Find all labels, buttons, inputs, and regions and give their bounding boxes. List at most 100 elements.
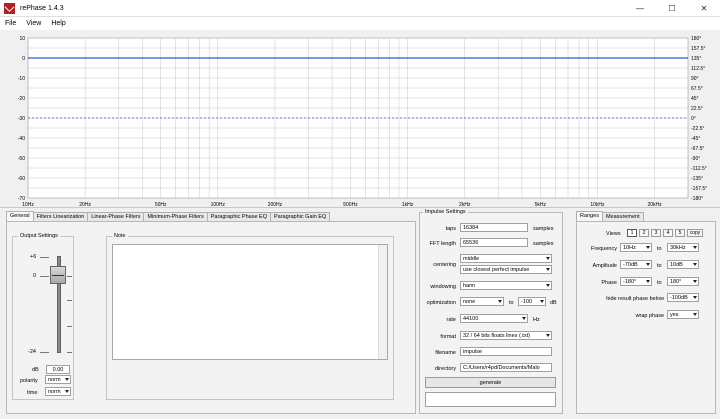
view-copy-button[interactable]: copy [687,229,703,237]
amplitude-to-select[interactable]: 10dB [667,260,699,269]
right-tick-label: -22.5° [691,126,704,132]
phase-label: Phase [601,280,617,286]
gain-value-field[interactable]: 0.00 [46,365,70,374]
x-tick-label: 5kHz [535,202,547,208]
centering-select[interactable]: middle [460,254,552,263]
tab-general[interactable]: General [6,211,34,221]
app-logo-icon [4,2,15,14]
right-tick-label: -135° [691,176,703,182]
graph-canvas[interactable]: 10 0 -10 -20 -30 -40 -50 -60 -70 180° 157.5° 135° 11… [0,30,720,208]
note-scrollbar[interactable] [378,245,387,359]
rate-label: rate [446,317,456,323]
gain-unit-label: dB [32,367,39,373]
optimization-db-select[interactable]: -100 [518,297,546,306]
frequency-to-label: to [657,246,662,252]
chevron-down-icon [546,284,550,287]
chevron-down-icon [693,313,697,316]
phase-to-select[interactable]: 180° [667,277,699,286]
scale-tick [67,326,72,327]
x-tick-label: 1kHz [402,202,414,208]
x-tick-label: 2kHz [459,202,471,208]
frequency-to-select[interactable]: 30kHz [667,243,699,252]
close-button[interactable]: ✕ [688,0,720,17]
view-1-button[interactable]: 1 [627,229,637,237]
scale-bottom-label: -24 [28,349,36,355]
rate-select[interactable]: 44100 [460,314,528,323]
x-tick-label: 20Hz [79,202,91,208]
left-tick-label: 0 [22,56,25,62]
gain-fader-knob[interactable] [50,266,66,284]
optimization-select[interactable]: none [460,297,504,306]
chevron-down-icon [646,280,650,283]
x-tick-label: 500Hz [343,202,358,208]
tab-measurement[interactable]: Measurement [601,212,644,221]
scale-tick [40,352,49,353]
scale-top-label: +6 [30,254,37,260]
chevron-down-icon [498,300,502,303]
right-tick-label: 112.5° [691,66,705,72]
filename-field[interactable]: impulse [460,347,552,356]
tab-paragraphic-gain-eq[interactable]: Paragraphic Gain EQ [269,212,331,221]
view-4-button[interactable]: 4 [663,229,673,237]
phase-from-select[interactable]: -180° [620,277,652,286]
view-3-button[interactable]: 3 [651,229,661,237]
taps-field[interactable]: 16384 [460,223,528,232]
right-tick-label: -45° [691,136,700,142]
left-tick-label: -60 [18,176,25,182]
amplitude-from-select[interactable]: -70dB [620,260,652,269]
tab-filters-linearization[interactable]: Filters Linearization [32,212,89,221]
chevron-down-icon [65,378,69,381]
rate-unit: Hz [533,317,540,323]
left-tick-label: -40 [18,136,25,142]
optimization-to-label: to [509,300,514,306]
x-tick-label: 100Hz [211,202,226,208]
tab-ranges[interactable]: Ranges [576,211,603,221]
status-field [425,392,556,407]
format-select[interactable]: 32 / 64 bits floats lines (.txt) [460,331,552,340]
menu-help[interactable]: Help [46,20,70,27]
left-tick-label: -50 [18,156,25,162]
generate-button[interactable]: generate [425,377,556,388]
chevron-down-icon [546,257,550,260]
chevron-down-icon [693,296,697,299]
time-select[interactable]: norm [45,387,71,396]
frequency-label: Frequency [591,246,617,252]
windowing-select[interactable]: hann [460,281,552,290]
tab-linear-phase-filters[interactable]: Linear-Phase Filters [87,212,145,221]
view-2-button[interactable]: 2 [639,229,649,237]
ranges-tabs: Ranges Measurement [576,211,644,221]
x-tick-label: 10Hz [22,202,34,208]
left-tick-label: -10 [18,76,25,82]
impulse-settings-title: Impulse Settings [423,209,468,215]
chevron-down-icon [546,334,550,337]
frequency-from-select[interactable]: 10Hz [620,243,652,252]
directory-field[interactable]: C:/Users/r4pd/Documents/Malo [460,363,552,372]
fft-length-field[interactable]: 65536 [460,238,528,247]
fft-length-label: FFT length [429,241,457,247]
tab-minimum-phase-filters[interactable]: Minimum-Phase Filters [143,212,208,221]
scale-tick [67,276,72,277]
format-label: format [440,334,456,340]
chevron-down-icon [693,246,697,249]
menu-view[interactable]: View [21,20,46,27]
chevron-down-icon [646,246,650,249]
response-graph[interactable]: 10 0 -10 -20 -30 -40 -50 -60 -70 180° 157.5° 135° 11… [0,30,720,208]
note-textarea[interactable] [112,244,388,360]
x-tick-label: 20kHz [647,202,662,208]
centering-mode-select[interactable]: use closest perfect impulse [460,265,552,274]
menu-file[interactable]: File [0,20,21,27]
polarity-select[interactable]: norm [45,375,71,384]
maximize-button[interactable]: ☐ [656,0,688,17]
taps-unit: samples [533,226,554,232]
output-settings-title: Output Settings [18,233,60,239]
minimize-button[interactable]: — [624,0,656,17]
right-tick-label: -157.5° [691,186,707,192]
right-tick-label: -67.5° [691,146,704,152]
right-tick-label: 157.5° [691,46,706,52]
hide-phase-select[interactable]: -100dB [667,293,699,302]
wrap-phase-select[interactable]: yes [667,310,699,319]
x-tick-label: 10kHz [590,202,605,208]
tab-paragraphic-phase-eq[interactable]: Paragraphic Phase EQ [206,212,271,221]
main-tabs: General Filters Linearization Linear-Pha… [6,211,331,221]
view-5-button[interactable]: 5 [675,229,685,237]
